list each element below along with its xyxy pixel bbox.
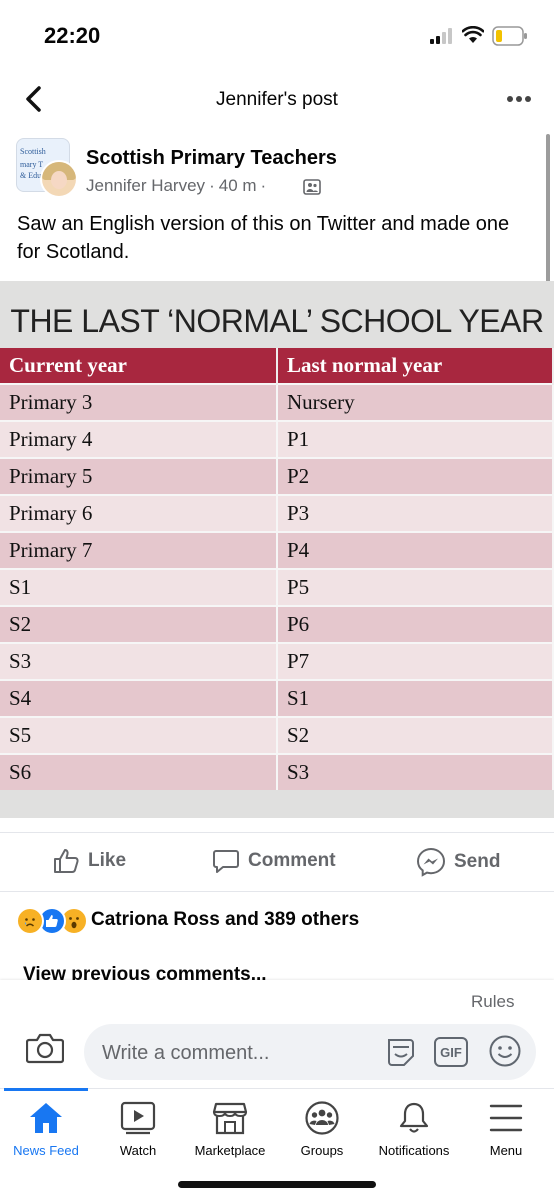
status-time: 22:20 (44, 23, 101, 48)
table-row: S1 P5 (0, 568, 554, 606)
current-year-cell: Primary 7 (0, 531, 278, 569)
current-year-cell: S1 (0, 568, 278, 606)
column-header: Last normal year (277, 348, 554, 384)
image-title: THE LAST ‘NORMAL’ SCHOOL YEAR (10, 303, 544, 339)
avatar-text: & Edu (20, 171, 42, 180)
avatar-text: Scottish (20, 147, 46, 156)
reactions-summary[interactable]: Catriona Ross and 389 others (91, 909, 359, 931)
tab-label: Groups (300, 1143, 344, 1158)
author-name[interactable]: Jennifer Harvey (86, 176, 205, 195)
more-options-icon[interactable] (506, 95, 532, 103)
current-year-cell: Primary 3 (0, 383, 278, 421)
table-row: Primary 6 P3 (0, 494, 554, 532)
post-actions: Like Comment Send (0, 832, 554, 892)
tab-label: Notifications (378, 1143, 450, 1158)
current-year-cell: Primary 4 (0, 420, 278, 458)
reaction-icons[interactable] (16, 907, 88, 935)
tab-label: Marketplace (194, 1143, 266, 1158)
post-image[interactable]: THE LAST ‘NORMAL’ SCHOOL YEAR Current ye… (0, 281, 554, 818)
home-indicator (178, 1181, 376, 1188)
last-normal-year-cell: S3 (277, 753, 554, 790)
like-label: Like (88, 850, 127, 871)
table-row: S6 S3 (0, 753, 554, 790)
table-row: Primary 4 P1 (0, 420, 554, 458)
camera-icon[interactable] (26, 1032, 64, 1064)
last-normal-year-cell: P4 (277, 531, 554, 569)
members-audience-icon (303, 179, 321, 195)
comment-input[interactable] (100, 1024, 374, 1082)
sad-icon (16, 907, 44, 935)
post-meta: Jennifer Harvey · 40 m · (86, 176, 267, 195)
last-normal-year-cell: P6 (277, 605, 554, 643)
table-row: Primary 3 Nursery (0, 383, 554, 421)
send-button[interactable]: Send (416, 847, 500, 877)
post-time[interactable]: 40 m (219, 176, 257, 195)
emoji-icon[interactable] (488, 1034, 522, 1068)
like-button[interactable]: Like (52, 847, 126, 875)
status-bar: 22:20 (0, 0, 554, 70)
group-name[interactable]: Scottish Primary Teachers (86, 147, 337, 170)
avatar-text: mary T (20, 160, 44, 169)
table-row: S3 P7 (0, 642, 554, 680)
last-normal-year-cell: S1 (277, 679, 554, 717)
rules-link[interactable]: Rules (471, 992, 514, 1012)
groups-icon (305, 1101, 339, 1135)
home-icon (30, 1103, 62, 1133)
comment-label: Comment (248, 850, 336, 871)
table-row: S5 S2 (0, 716, 554, 754)
current-year-cell: Primary 5 (0, 457, 278, 495)
post-text: Saw an English version of this on Twitte… (17, 213, 510, 263)
last-normal-year-cell: S2 (277, 716, 554, 754)
battery-icon (492, 26, 527, 46)
like-icon (54, 849, 79, 873)
table-row: Primary 7 P4 (0, 531, 554, 569)
current-year-cell: S5 (0, 716, 278, 754)
active-tab-indicator (4, 1088, 88, 1091)
wifi-icon (462, 26, 484, 43)
last-normal-year-cell: P1 (277, 420, 554, 458)
comment-button[interactable]: Comment (212, 847, 336, 875)
menu-icon (489, 1104, 523, 1132)
comment-icon (213, 850, 239, 873)
school-year-table: Current year Last normal year Primary 3N… (0, 348, 554, 790)
tab-label: Menu (489, 1143, 523, 1158)
watch-icon (120, 1101, 156, 1135)
author-avatar[interactable] (40, 160, 78, 198)
send-label: Send (454, 851, 501, 872)
post-header-bar: Jennifer's post (0, 75, 554, 123)
page-title: Jennifer's post (216, 89, 338, 110)
last-normal-year-cell: P2 (277, 457, 554, 495)
current-year-cell: S6 (0, 753, 278, 790)
last-normal-year-cell: P7 (277, 642, 554, 680)
tab-news-feed[interactable]: News Feed (0, 1101, 92, 1158)
current-year-cell: S4 (0, 679, 278, 717)
current-year-cell: S2 (0, 605, 278, 643)
table-row: Primary 5 P2 (0, 457, 554, 495)
gif-button[interactable]: GIF (434, 1037, 468, 1067)
tab-marketplace[interactable]: Marketplace (184, 1101, 276, 1158)
comment-input-container: GIF (84, 1024, 536, 1082)
last-normal-year-cell: P3 (277, 494, 554, 532)
tab-notifications[interactable]: Notifications (368, 1101, 460, 1158)
tab-menu[interactable]: Menu (460, 1101, 552, 1158)
last-normal-year-cell: P5 (277, 568, 554, 606)
tab-label: Watch (119, 1143, 157, 1158)
tab-watch[interactable]: Watch (92, 1101, 184, 1158)
bell-icon (399, 1102, 429, 1133)
table-row: S4 S1 (0, 679, 554, 717)
tab-label: News Feed (13, 1143, 79, 1158)
comment-composer: Rules GIF (0, 980, 554, 1088)
signal-icon (430, 28, 452, 44)
table-row: S2 P6 (0, 605, 554, 643)
column-header: Current year (0, 348, 278, 384)
marketplace-icon (212, 1102, 248, 1135)
sticker-icon[interactable] (384, 1034, 418, 1068)
tab-groups[interactable]: Groups (276, 1101, 368, 1158)
current-year-cell: S3 (0, 642, 278, 680)
current-year-cell: Primary 6 (0, 494, 278, 532)
scrollbar[interactable] (546, 134, 550, 296)
messenger-icon (416, 847, 446, 877)
last-normal-year-cell: Nursery (277, 383, 554, 421)
